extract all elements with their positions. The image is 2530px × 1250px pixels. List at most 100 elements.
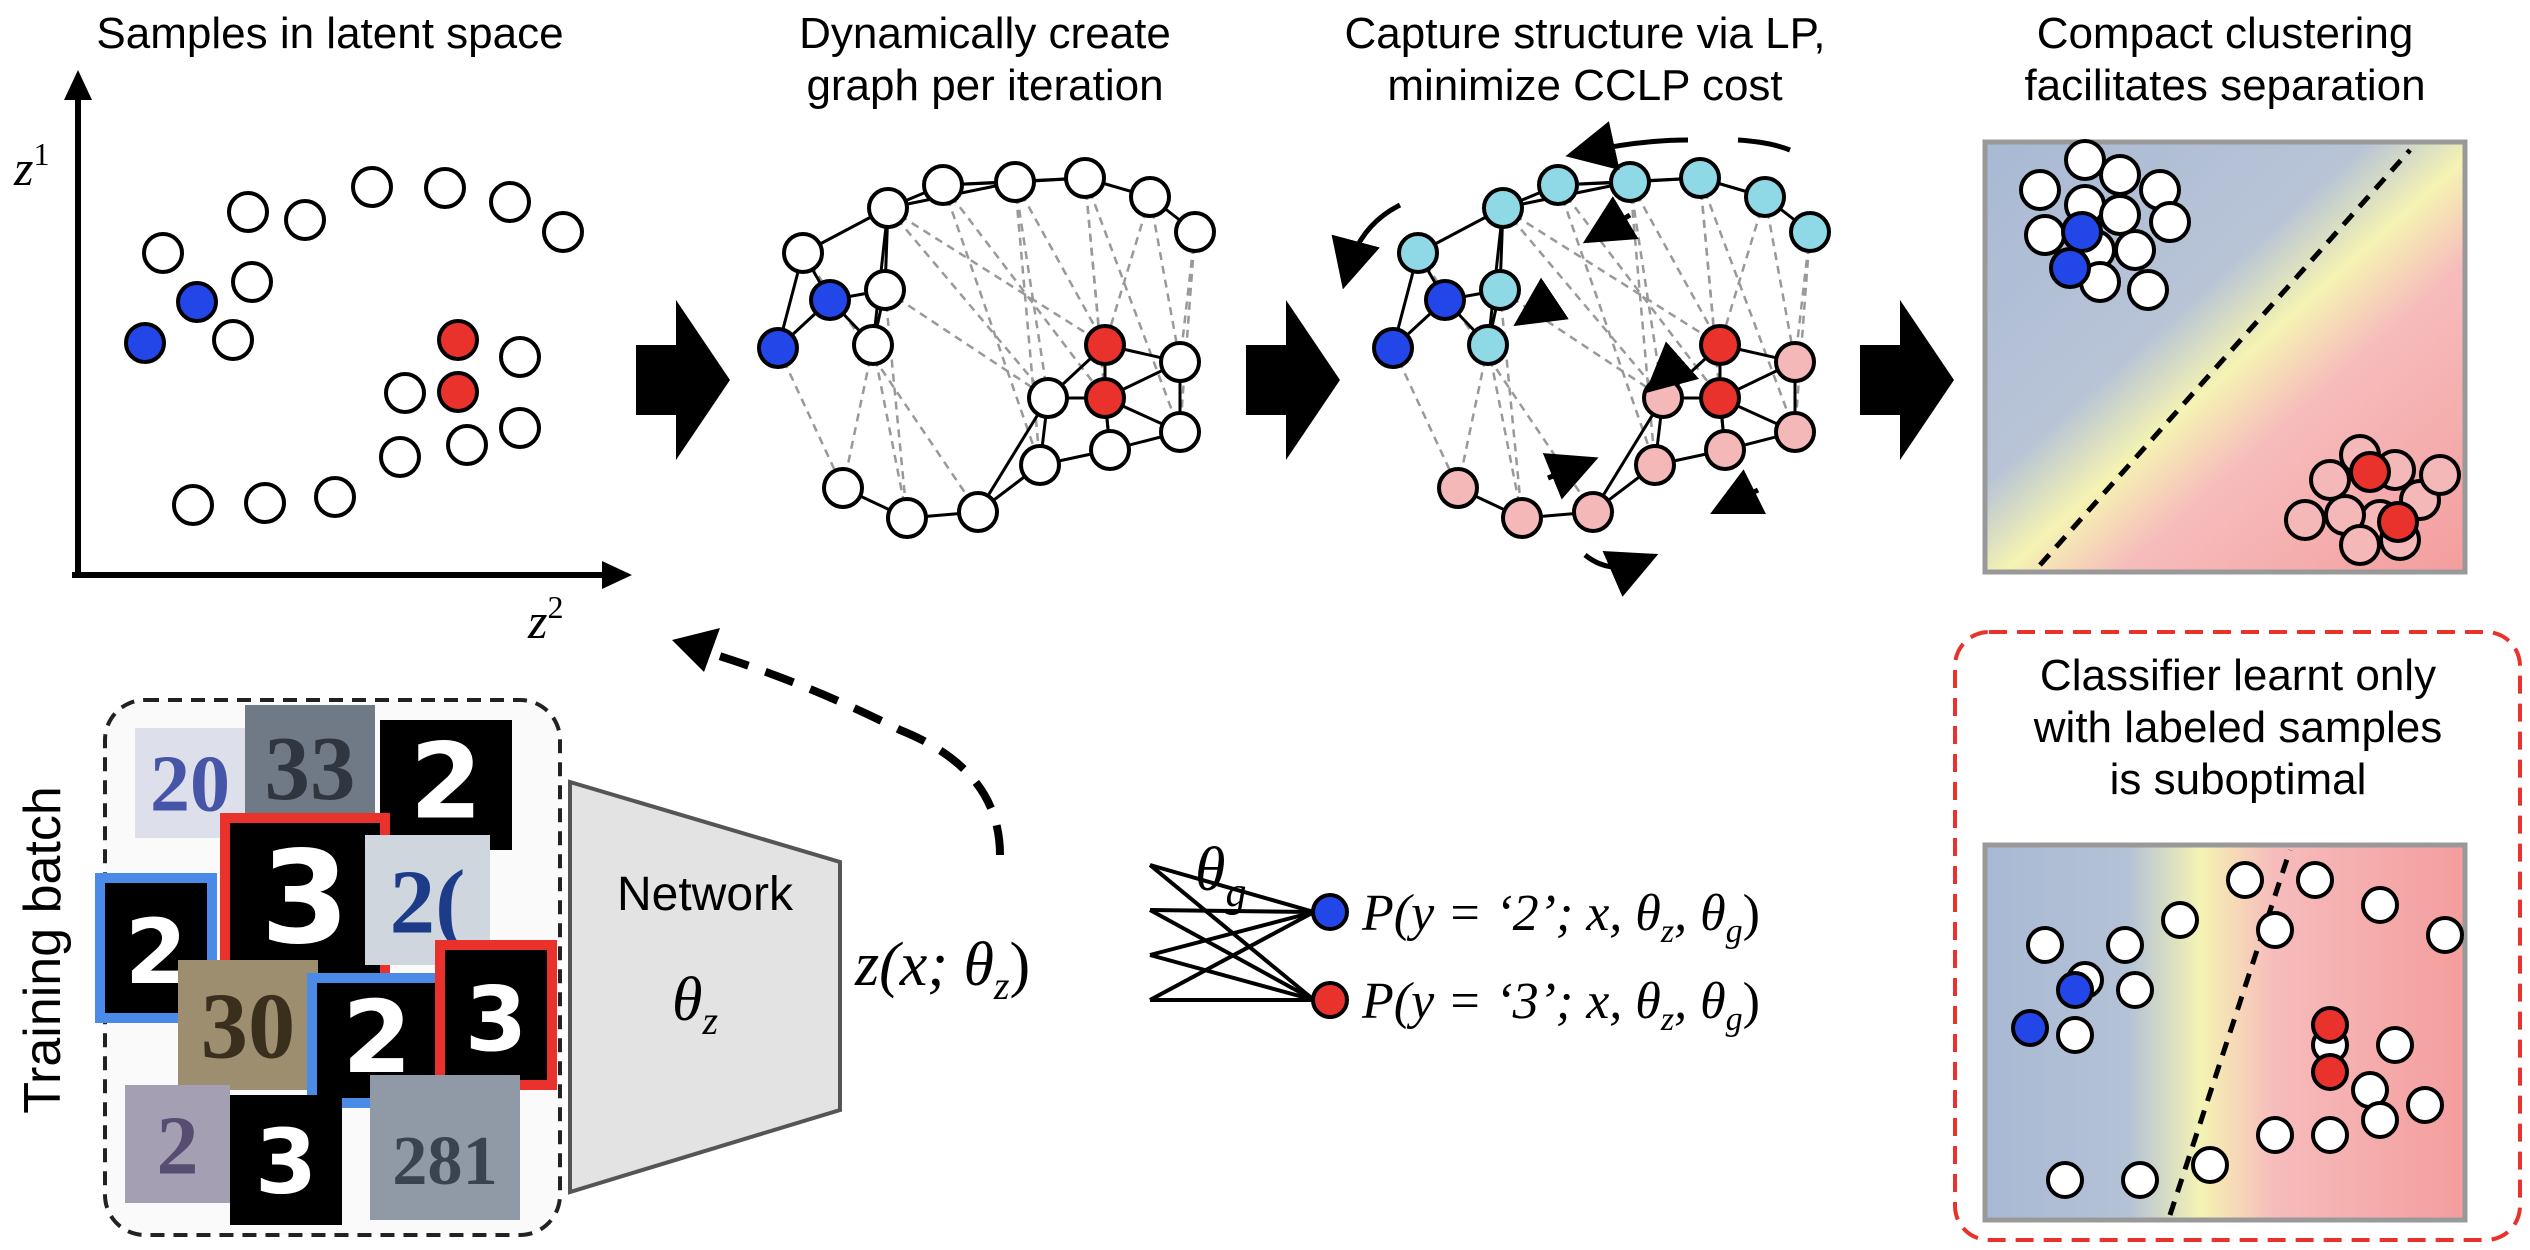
network: Network θz	[568, 779, 842, 1195]
sample-node	[1699, 377, 1741, 419]
sample-node	[1679, 157, 1721, 199]
sample-node	[2361, 1101, 2399, 1139]
sample-node	[2114, 229, 2156, 271]
lp-title-line2: minimize CCLP cost	[1387, 61, 1782, 110]
suboptimal-panel: Classifier learnt only with labeled samp…	[1953, 630, 2522, 1242]
latent-space-panel: Samples in latent space z1 z2	[13, 9, 632, 649]
graph-weak-edges	[776, 177, 1197, 519]
network-block	[568, 779, 842, 1195]
weak-edge	[1628, 181, 1722, 346]
sample-node	[2376, 1026, 2414, 1064]
sample-node	[1789, 211, 1831, 253]
suboptimal-title-line1: Classifier learnt only	[2040, 651, 2436, 700]
digit-glyph: 3	[465, 968, 527, 1072]
sample-node	[886, 497, 928, 539]
sample-node	[384, 372, 426, 414]
sample-node	[1609, 161, 1651, 203]
sample-node	[822, 467, 864, 509]
figure-canvas: Samples in latent space z1 z2 Dynamicall…	[13, 9, 2522, 1242]
graph-edges	[776, 176, 1196, 520]
lp-title-line1: Capture structure via LP,	[1345, 9, 1826, 58]
weak-edge	[1013, 181, 1107, 346]
sample-node	[351, 166, 393, 208]
sample-node	[542, 211, 584, 253]
graph-panel: Dynamically create graph per iteration	[757, 9, 1216, 539]
propagation-arrow-icon	[1737, 137, 1791, 153]
weight-edge	[1149, 908, 1315, 914]
sample-node	[867, 187, 909, 229]
sample-node	[2284, 499, 2326, 541]
weak-edge	[887, 206, 1106, 347]
weak-edge	[1502, 207, 1664, 399]
output-node-2	[1311, 893, 1349, 931]
sample-node	[2099, 154, 2141, 196]
sample-node	[1479, 269, 1521, 311]
sample-node	[2361, 886, 2399, 924]
sample-node	[2049, 247, 2091, 289]
digit-tile: 3	[230, 1095, 342, 1225]
digit-tile: 281	[370, 1075, 520, 1220]
lp-edges	[1391, 176, 1811, 520]
sample-node	[2377, 501, 2419, 543]
sample-node	[1019, 444, 1061, 486]
y-axis-label: z1	[13, 136, 49, 196]
sample-node	[994, 161, 1036, 203]
step-arrow-icon	[1860, 300, 1954, 460]
sample-node	[1704, 429, 1746, 471]
graph-title-line1: Dynamically create	[799, 9, 1171, 58]
sample-node	[446, 424, 488, 466]
sample-node	[2256, 911, 2294, 949]
sample-node	[2191, 1146, 2229, 1184]
weak-edge	[1456, 344, 1490, 489]
latent-space-title: Samples in latent space	[96, 9, 563, 58]
feedback-arrowhead-icon	[672, 628, 720, 672]
sample-node	[2226, 861, 2264, 899]
training-batch: Training batch 20 33 23 2(230 2 32 3 281	[14, 698, 562, 1237]
sample-node	[2056, 971, 2094, 1009]
propagation-arrow-icon	[1582, 196, 1639, 244]
step-arrow-icon	[1246, 300, 1340, 460]
sample-node	[1774, 341, 1816, 383]
sample-node	[2149, 201, 2191, 243]
sample-node	[1129, 176, 1171, 218]
compact-title-line1: Compact clustering	[2037, 9, 2414, 58]
sample-node	[142, 232, 184, 274]
sample-node	[1501, 497, 1543, 539]
digit-tile: 33	[245, 705, 375, 830]
sample-node	[2426, 916, 2464, 954]
weak-edge	[1718, 196, 1767, 346]
sample-node	[499, 336, 541, 378]
sample-node	[2046, 1161, 2084, 1199]
sample-node	[2349, 451, 2391, 493]
y-axis-arrowhead-icon	[64, 70, 92, 100]
sample-node	[499, 407, 541, 449]
sample-node	[782, 232, 824, 274]
sample-node	[2011, 1009, 2049, 1047]
digit-tile: 3	[220, 813, 390, 988]
label-propagation-panel: Capture structure via LP, minimize CCLP …	[1331, 9, 1831, 597]
feedback-arrow	[698, 646, 1004, 856]
weak-edge	[1486, 344, 1524, 519]
sample-node	[809, 279, 851, 321]
compact-title-line2: facilitates separation	[2024, 61, 2425, 110]
lp-nodes	[1372, 157, 1831, 539]
digit-tile: 2	[380, 720, 512, 850]
weak-edge	[941, 184, 1042, 466]
suboptimal-title-line2: with labeled samples	[2033, 703, 2442, 752]
x-axis-arrowhead-icon	[602, 561, 632, 589]
embedding-label: z(x; θz)	[854, 931, 1030, 1008]
sample-node	[2127, 269, 2169, 311]
sample-node	[1634, 444, 1676, 486]
sample-node	[2339, 524, 2381, 566]
digit-glyph: 30	[201, 975, 296, 1079]
sample-node	[2406, 1086, 2444, 1124]
sample-node	[212, 319, 254, 361]
sample-node	[176, 281, 218, 323]
sample-node	[284, 199, 326, 241]
sample-node	[244, 482, 286, 524]
sample-node	[2116, 971, 2154, 1009]
digit-glyph: 2	[157, 1100, 199, 1193]
weak-edge	[883, 289, 909, 519]
sample-node	[231, 261, 273, 303]
sample-node	[852, 324, 894, 366]
